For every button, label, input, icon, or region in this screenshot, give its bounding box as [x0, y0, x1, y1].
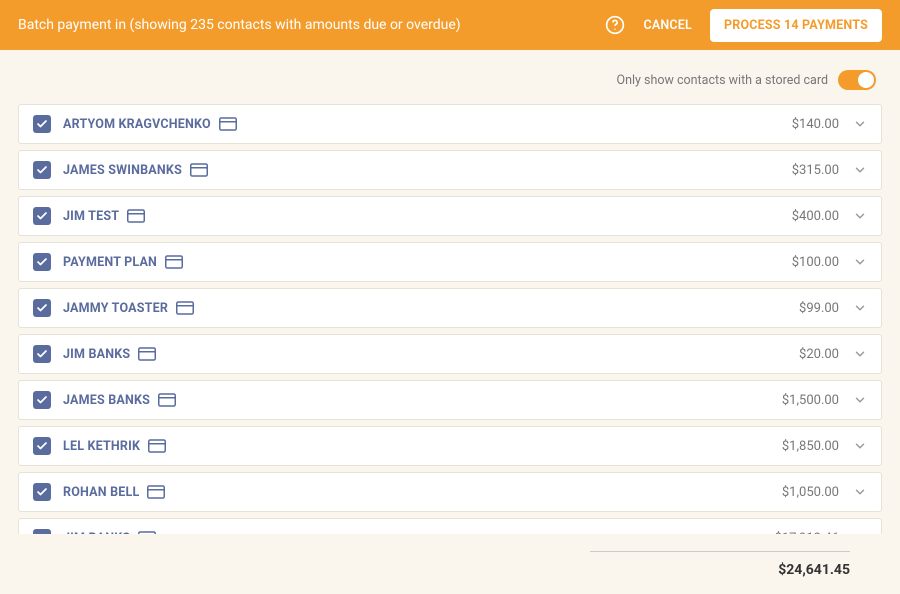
contact-amount: $1,500.00 [782, 393, 839, 408]
contact-row[interactable]: ARTYOM KRAGVCHENKO $140.00 [18, 104, 882, 144]
row-checkbox[interactable] [33, 161, 51, 179]
contact-amount: $20.00 [799, 347, 839, 362]
contact-name: LEL KETHRIK [63, 439, 140, 454]
total-wrap: $24,641.45 [590, 551, 850, 578]
card-icon [148, 439, 166, 453]
contact-row[interactable]: ROHAN BELL $1,050.00 [18, 472, 882, 512]
contact-name: JAMES SWINBANKS [63, 163, 182, 178]
process-payments-button[interactable]: PROCESS 14 PAYMENTS [710, 9, 882, 42]
contact-row[interactable]: JIM BANKS $20.00 [18, 334, 882, 374]
contact-row[interactable]: JAMMY TOASTER $99.00 [18, 288, 882, 328]
contact-amount: $1,850.00 [782, 439, 839, 454]
card-icon [165, 255, 183, 269]
contact-amount: $99.00 [799, 301, 839, 316]
row-checkbox[interactable] [33, 437, 51, 455]
contact-row[interactable]: LEL KETHRIK $1,850.00 [18, 426, 882, 466]
row-checkbox[interactable] [33, 391, 51, 409]
expand-icon[interactable] [853, 255, 867, 269]
expand-icon[interactable] [853, 209, 867, 223]
contact-name: JAMES BANKS [63, 393, 150, 408]
contact-row[interactable]: JIM BANKS$17,912.46 [18, 518, 882, 534]
expand-icon[interactable] [853, 117, 867, 131]
expand-icon[interactable] [853, 439, 867, 453]
contact-name: JIM TEST [63, 209, 119, 224]
total-amount: $24,641.45 [778, 562, 850, 578]
contact-amount: $400.00 [792, 209, 839, 224]
contacts-list[interactable]: ARTYOM KRAGVCHENKO $140.00 JAMES SWINBANKS… [18, 104, 882, 534]
filter-label: Only show contacts with a stored card [616, 73, 828, 88]
help-icon[interactable] [605, 15, 625, 35]
content: Only show contacts with a stored card AR… [0, 50, 900, 534]
filter-row: Only show contacts with a stored card [18, 70, 882, 90]
row-checkbox[interactable] [33, 345, 51, 363]
contact-row[interactable]: JAMES BANKS $1,500.00 [18, 380, 882, 420]
expand-icon[interactable] [853, 301, 867, 315]
expand-icon[interactable] [853, 485, 867, 499]
contact-name: PAYMENT PLAN [63, 255, 157, 270]
stored-card-toggle[interactable] [838, 70, 876, 90]
header-bar: Batch payment in (showing 235 contacts w… [0, 0, 900, 50]
contact-name: JIM BANKS [63, 347, 130, 362]
row-checkbox[interactable] [33, 253, 51, 271]
card-icon [190, 163, 208, 177]
page-title: Batch payment in (showing 235 contacts w… [18, 17, 461, 33]
expand-icon[interactable] [853, 163, 867, 177]
contact-amount: $100.00 [792, 255, 839, 270]
contact-name: JAMMY TOASTER [63, 301, 168, 316]
toggle-knob [858, 72, 874, 88]
contact-row[interactable]: PAYMENT PLAN $100.00 [18, 242, 882, 282]
contact-amount: $140.00 [792, 117, 839, 132]
contact-amount: $1,050.00 [782, 485, 839, 500]
row-checkbox[interactable] [33, 299, 51, 317]
card-icon [147, 485, 165, 499]
card-icon [158, 393, 176, 407]
card-icon [176, 301, 194, 315]
row-checkbox[interactable] [33, 207, 51, 225]
header-actions: CANCEL PROCESS 14 PAYMENTS [605, 9, 882, 42]
card-icon [127, 209, 145, 223]
row-checkbox[interactable] [33, 115, 51, 133]
row-checkbox[interactable] [33, 483, 51, 501]
expand-icon[interactable] [853, 347, 867, 361]
footer: $24,641.45 [0, 534, 900, 594]
contact-row[interactable]: JIM TEST $400.00 [18, 196, 882, 236]
card-icon [138, 347, 156, 361]
contact-name: ARTYOM KRAGVCHENKO [63, 117, 211, 132]
cancel-button[interactable]: CANCEL [643, 18, 692, 33]
card-icon [219, 117, 237, 131]
contact-name: ROHAN BELL [63, 485, 139, 500]
contact-row[interactable]: JAMES SWINBANKS $315.00 [18, 150, 882, 190]
expand-icon[interactable] [853, 393, 867, 407]
contact-amount: $315.00 [792, 163, 839, 178]
